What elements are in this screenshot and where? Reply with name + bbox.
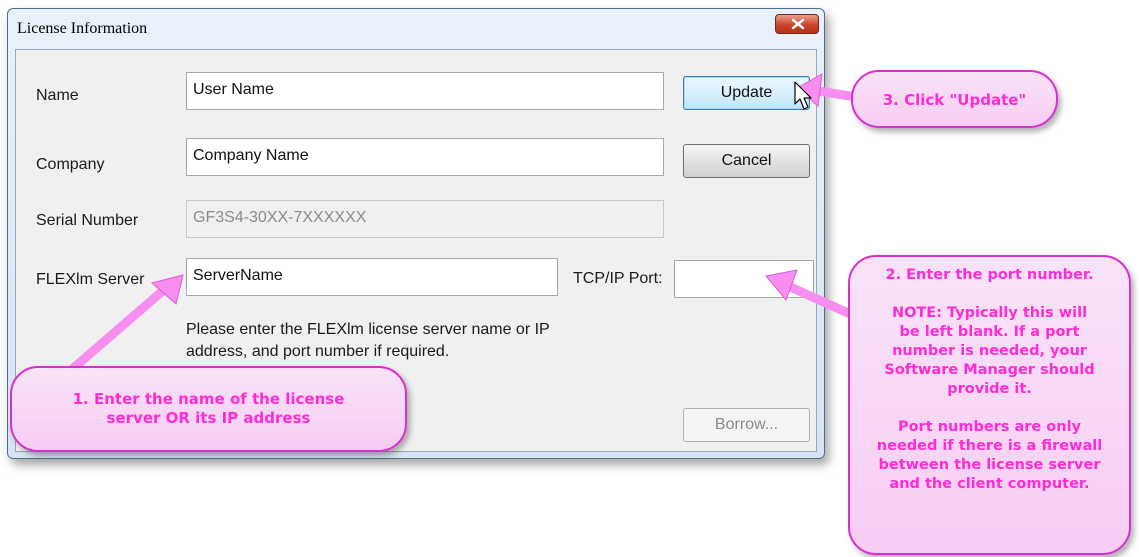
callout-step-2-line: number is needed, your [892,343,1087,359]
company-input[interactable]: Company Name [186,138,664,176]
serial-number-label: Serial Number [36,212,139,229]
window-title: License Information [17,20,148,37]
flexlm-server-label: FLEXlm Server [36,271,145,288]
name-input[interactable]: User Name [186,72,664,110]
callout-step-2-line: be left blank. If a port [899,324,1080,340]
callout-step-2-line: 2. Enter the port number. [885,267,1094,283]
callout-step-1: 1. Enter the name of the license server … [10,366,407,452]
flexlm-server-input[interactable]: ServerName [186,258,558,296]
help-text-line-2: address, and port number if required. [186,343,450,360]
title-bar[interactable]: License Information [8,9,824,49]
update-button[interactable]: Update [683,76,810,110]
company-label: Company [36,156,105,173]
close-button[interactable] [775,14,819,34]
callout-step-1-line: server OR its IP address [106,409,311,427]
callout-step-2-line: and the client computer. [889,476,1090,492]
cancel-button[interactable]: Cancel [683,144,810,178]
close-icon [791,18,805,30]
serial-number-input: GF3S4-30XX-7XXXXXX [186,200,664,238]
tcp-ip-port-label: TCP/IP Port: [573,270,663,287]
callout-step-2-line: between the license server [878,457,1101,473]
screenshot-stage: License Information Name User Name Compa… [0,0,1139,557]
callout-step-3-line: 3. Click "Update" [882,91,1027,109]
tcp-ip-port-input[interactable] [674,260,814,298]
callout-step-2-line: provide it. [947,381,1032,397]
callout-step-2-line: needed if there is a firewall [876,438,1103,454]
callout-step-2-line: Software Manager should [884,362,1095,378]
help-text-line-1: Please enter the FLEXlm license server n… [186,321,550,338]
callout-step-2-line [850,399,1129,418]
callout-step-2-line [850,285,1129,304]
help-text: Please enter the FLEXlm license server n… [186,319,666,363]
callout-step-3: 3. Click "Update" [851,70,1058,128]
callout-step-2: 2. Enter the port number. NOTE: Typicall… [848,255,1131,555]
callout-step-2-line: NOTE: Typically this will [891,305,1088,321]
callout-step-2-line: Port numbers are only [897,419,1082,435]
borrow-button: Borrow... [683,408,810,442]
callout-step-1-line: 1. Enter the name of the license [72,390,345,408]
name-label: Name [36,87,79,104]
